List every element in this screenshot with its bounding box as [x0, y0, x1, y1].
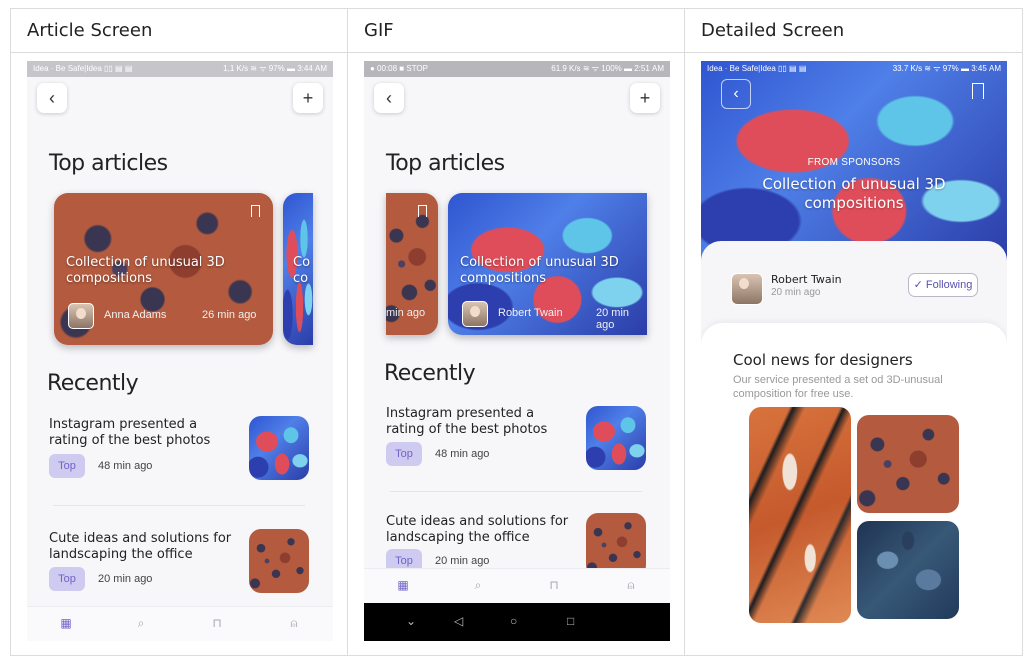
bookmark-icon[interactable] [418, 205, 427, 217]
android-nav-bar: ⌄ ◁ ○ □ [364, 603, 670, 641]
news-description: Our service presented a set od 3D-unusua… [733, 374, 943, 400]
chevron-down-icon[interactable]: ⌄ [406, 614, 416, 628]
divider [390, 491, 642, 492]
status-bar: ● 00:08 ■ STOP 61.9 K/s ≋ ᯤ 100% ▬ 2:51 … [364, 61, 670, 77]
bookmark-icon[interactable]: ⊓ [210, 616, 224, 630]
gif-phone: ● 00:08 ■ STOP 61.9 K/s ≋ ᯤ 100% ▬ 2:51 … [364, 61, 670, 641]
news-panel: Cool news for designers Our service pres… [701, 323, 1007, 641]
add-button[interactable]: + [293, 83, 323, 113]
back-button[interactable]: ‹ [374, 83, 404, 113]
plus-icon: + [639, 88, 651, 108]
gallery-image [857, 415, 959, 513]
back-triangle-icon[interactable]: ◁ [454, 614, 463, 628]
author-name: Robert Twain [771, 273, 842, 286]
column-header: Article Screen [11, 9, 347, 53]
gallery-image [857, 521, 959, 619]
back-button[interactable]: ‹ [721, 79, 751, 109]
plus-icon: + [302, 88, 314, 108]
add-button[interactable]: + [630, 83, 660, 113]
column-article-screen: Article Screen Idea · Be Safe|Idea ▯▯ ▤ … [11, 9, 348, 655]
tab-bar: ▦ ⌕ ⊓ ⍝ [364, 568, 670, 603]
featured-card[interactable]: Collection of unusual 3D compositions Ro… [448, 193, 647, 335]
bookmark-icon[interactable]: ⊓ [547, 578, 561, 592]
tag-badge[interactable]: Top [386, 442, 422, 466]
status-bar: Idea · Be Safe|Idea ▯▯ ▤ ▤ 1,1 K/s ≋ ᯤ 9… [27, 61, 333, 77]
tab-bar: ▦ ⌕ ⊓ ⍝ [27, 606, 333, 641]
status-left: Idea · Be Safe|Idea ▯▯ ▤ ▤ [707, 64, 807, 73]
avatar [731, 273, 763, 305]
item-title: Cute ideas and solutions for landscaping… [386, 514, 569, 545]
featured-card[interactable]: Collection of unusual 3D compositions An… [54, 193, 273, 345]
search-icon[interactable]: ⌕ [134, 616, 148, 630]
bookmark-icon[interactable] [251, 205, 260, 217]
column-detailed-screen: Detailed Screen Idea · Be Safe|Idea ▯▯ ▤… [685, 9, 1022, 655]
featured-time: 20 min ago [596, 307, 630, 331]
item-title: Instagram presented a rating of the best… [386, 406, 548, 437]
top-articles-heading: Top articles [49, 151, 168, 176]
home-circle-icon[interactable]: ○ [510, 614, 517, 628]
column-gif: GIF ● 00:08 ■ STOP 61.9 K/s ≋ ᯤ 100% ▬ 2… [348, 9, 685, 655]
item-time: 20 min ago [98, 573, 153, 585]
status-bar: Idea · Be Safe|Idea ▯▯ ▤ ▤ 33.7 K/s ≋ ᯤ … [701, 61, 1007, 77]
item-time: 48 min ago [98, 460, 153, 472]
item-title: Cute ideas and solutions for landscaping… [49, 531, 232, 562]
top-bar: ‹ + [27, 77, 333, 127]
recently-heading: Recently [47, 371, 139, 396]
gallery-image [749, 407, 851, 623]
search-icon[interactable]: ⌕ [471, 578, 485, 592]
chevron-left-icon: ‹ [733, 85, 739, 102]
detail-phone: Idea · Be Safe|Idea ▯▯ ▤ ▤ 33.7 K/s ≋ ᯤ … [701, 61, 1007, 641]
featured-time: 26 min ago [202, 309, 257, 321]
column-header: GIF [348, 9, 684, 53]
sponsor-kicker: FROM SPONSORS [807, 157, 901, 168]
news-title: Cool news for designers [733, 351, 913, 369]
status-right: 61.9 K/s ≋ ᯤ 100% ▬ 2:51 AM [551, 64, 664, 73]
item-thumbnail [586, 406, 646, 470]
calendar-icon[interactable]: ▦ [396, 578, 410, 592]
featured-title: Collection of unusual 3D compositions [66, 255, 225, 286]
avatar [462, 301, 488, 327]
next-card-peek[interactable]: Co co [283, 193, 313, 345]
column-header: Detailed Screen [685, 9, 1022, 53]
chevron-left-icon: ‹ [49, 88, 55, 108]
peek-time: min ago [386, 307, 426, 319]
featured-author: Anna Adams [104, 309, 167, 321]
featured-title: Collection of unusual 3D compositions [460, 255, 619, 286]
item-time: 20 min ago [435, 555, 490, 567]
chevron-left-icon: ‹ [386, 88, 392, 108]
tag-badge[interactable]: Top [49, 567, 85, 591]
status-left: Idea · Be Safe|Idea ▯▯ ▤ ▤ [33, 64, 133, 73]
comparison-grid: Article Screen Idea · Be Safe|Idea ▯▯ ▤ … [10, 8, 1023, 656]
tag-badge[interactable]: Top [49, 454, 85, 478]
top-articles-heading: Top articles [386, 151, 505, 176]
status-left: ● 00:08 ■ STOP [370, 64, 428, 73]
top-bar: ‹ + [364, 77, 670, 127]
prev-card-peek[interactable]: min ago [386, 193, 438, 335]
author-time: 20 min ago [771, 287, 821, 298]
status-right: 33.7 K/s ≋ ᯤ 97% ▬ 3:45 AM [892, 64, 1001, 73]
recently-heading: Recently [384, 361, 476, 386]
item-time: 48 min ago [435, 448, 490, 460]
bookmark-icon[interactable] [972, 83, 984, 99]
recents-square-icon[interactable]: □ [567, 614, 574, 628]
article-phone: Idea · Be Safe|Idea ▯▯ ▤ ▤ 1,1 K/s ≋ ᯤ 9… [27, 61, 333, 641]
item-title: Instagram presented a rating of the best… [49, 417, 211, 448]
status-right: 1,1 K/s ≋ ᯤ 97% ▬ 3:44 AM [223, 64, 327, 73]
avatar [68, 303, 94, 329]
hero-title: Collection of unusual 3D compositions [762, 175, 946, 212]
item-thumbnail [249, 529, 309, 593]
featured-author: Robert Twain [498, 307, 563, 319]
item-thumbnail [249, 416, 309, 480]
calendar-icon[interactable]: ▦ [59, 616, 73, 630]
following-button[interactable]: ✓ Following [908, 273, 978, 297]
divider [53, 505, 305, 506]
user-icon[interactable]: ⍝ [624, 578, 638, 592]
peek-title: Co co [293, 255, 311, 286]
back-button[interactable]: ‹ [37, 83, 67, 113]
user-icon[interactable]: ⍝ [287, 616, 301, 630]
